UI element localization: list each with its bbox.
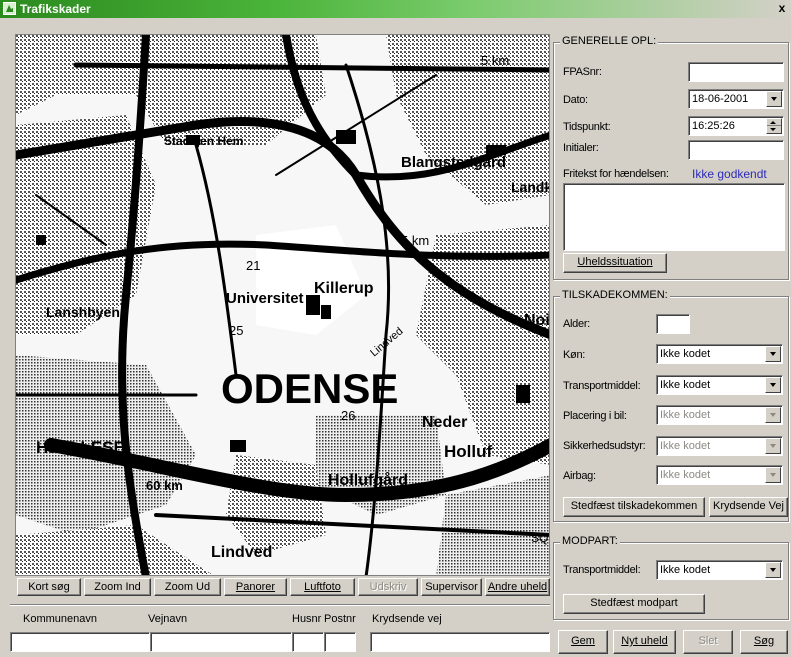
stedfaest-modpart-button[interactable]: Stedfæst modpart bbox=[563, 594, 705, 614]
husnr-label: Husnr bbox=[292, 613, 322, 625]
dato-label: Dato: bbox=[563, 94, 588, 106]
tidspunkt-input[interactable]: 16:25:26 bbox=[688, 116, 784, 136]
krydsende-vej-field[interactable] bbox=[370, 632, 550, 652]
window-title: Trafikskader bbox=[20, 2, 91, 16]
injured-group-title: TILSKADEKOMMEN: bbox=[560, 289, 670, 301]
map-label-noi: Noi bbox=[524, 312, 550, 329]
opponent-transport-label: Transportmiddel: bbox=[563, 564, 641, 576]
map-label-km60: 60 km bbox=[146, 478, 183, 493]
map-label-landk: Landk bbox=[511, 179, 550, 195]
zoom-ind-button[interactable]: Zoom Ind bbox=[84, 578, 151, 596]
sikkerhed-label: Sikkerhedsudstyr: bbox=[563, 440, 646, 452]
kommunenavn-label: Kommunenavn bbox=[23, 613, 97, 625]
gem-button[interactable]: Gem bbox=[558, 630, 608, 654]
map-label-holluf: Holluf bbox=[444, 442, 492, 461]
slet-button[interactable]: Slet bbox=[683, 630, 733, 654]
chevron-down-icon[interactable] bbox=[765, 562, 781, 578]
alder-label: Alder: bbox=[563, 318, 590, 330]
map-label-n25: 25 bbox=[229, 323, 243, 338]
map-label-lanshbyen: Lanshbyen bbox=[46, 304, 120, 320]
udskriv-button[interactable]: Udskriv bbox=[358, 578, 418, 596]
stedfaest-tilskadekommen-button[interactable]: Stedfæst tilskadekommen bbox=[563, 497, 705, 517]
map-label-km5b: 5 km bbox=[401, 233, 429, 248]
krydsende-vej-button[interactable]: Krydsende Vej bbox=[709, 497, 788, 517]
sog-button[interactable]: Søg bbox=[740, 630, 788, 654]
map-label-neder: Neder bbox=[422, 414, 467, 431]
husnr-field[interactable] bbox=[292, 632, 324, 652]
map-label-lindved: Lindved bbox=[211, 544, 272, 561]
divider bbox=[10, 604, 550, 606]
panorer-button[interactable]: Panorer bbox=[224, 578, 287, 596]
vejnavn-field[interactable] bbox=[150, 632, 292, 652]
map-label-hjallese: HJALLESE bbox=[36, 438, 125, 457]
map-label-n21: 21 bbox=[246, 258, 260, 273]
map-label-odense: ODENSE bbox=[221, 365, 398, 412]
map-toolbar: Kort søg Zoom Ind Zoom Ud Panorer Luftfo… bbox=[15, 578, 552, 596]
placering-label: Placering i bil: bbox=[563, 410, 627, 422]
map-label-sq: SQ bbox=[531, 531, 548, 545]
map-view[interactable]: ODENSE Universitet Killerup Blangstedgår… bbox=[15, 34, 550, 576]
krydsende-vej-label: Krydsende vej bbox=[372, 613, 442, 625]
vejnavn-label: Vejnavn bbox=[148, 613, 188, 625]
app-icon bbox=[3, 2, 16, 15]
map-label-scattered: Stadsjen Hem bbox=[164, 134, 243, 148]
map-label-hollufgaard: Hollufgård bbox=[328, 471, 408, 489]
chevron-down-icon[interactable] bbox=[766, 91, 782, 107]
kon-label: Køn: bbox=[563, 349, 586, 361]
kort-sog-button[interactable]: Kort søg bbox=[17, 578, 81, 596]
kommunenavn-field[interactable] bbox=[10, 632, 150, 652]
transport-select[interactable]: Ikke kodet bbox=[656, 375, 783, 395]
initialer-input[interactable] bbox=[688, 140, 784, 160]
postnr-label: Postnr bbox=[324, 613, 356, 625]
map-label-n26: 26 bbox=[341, 408, 355, 423]
placering-select[interactable]: Ikke kodet bbox=[656, 405, 783, 425]
zoom-ud-button[interactable]: Zoom Ud bbox=[154, 578, 221, 596]
chevron-down-icon[interactable] bbox=[765, 346, 781, 362]
andre-uheld-button[interactable]: Andre uheld bbox=[485, 578, 550, 596]
title-bar: Trafikskader x bbox=[0, 0, 791, 18]
airbag-select[interactable]: Ikke kodet bbox=[656, 465, 783, 485]
supervisor-button[interactable]: Supervisor bbox=[421, 578, 482, 596]
sikkerhed-select[interactable]: Ikke kodet bbox=[656, 436, 783, 456]
chevron-down-icon[interactable] bbox=[765, 438, 781, 454]
approval-status: Ikke godkendt bbox=[692, 167, 767, 181]
initialer-label: Initialer: bbox=[563, 142, 599, 154]
dato-picker[interactable]: 18-06-2001 bbox=[688, 89, 784, 109]
kon-select[interactable]: Ikke kodet bbox=[656, 344, 783, 364]
map-label-blangstedgaard: Blangstedgård bbox=[401, 154, 506, 171]
tidspunkt-label: Tidspunkt: bbox=[563, 121, 611, 133]
fpasnr-label: FPASnr: bbox=[563, 66, 602, 78]
transport-label: Transportmiddel: bbox=[563, 380, 641, 392]
uheldssituation-button[interactable]: Uheldssituation bbox=[563, 253, 667, 273]
opponent-transport-select[interactable]: Ikke kodet bbox=[656, 560, 783, 580]
airbag-label: Airbag: bbox=[563, 470, 596, 482]
fritekst-label: Fritekst for hændelsen: bbox=[563, 168, 669, 180]
fritekst-textarea[interactable] bbox=[563, 183, 785, 251]
map-label-km5a: 5 km bbox=[481, 53, 509, 68]
postnr-field[interactable] bbox=[324, 632, 356, 652]
close-button[interactable]: x bbox=[775, 1, 789, 16]
fpasnr-input[interactable] bbox=[688, 62, 784, 82]
general-group-title: GENERELLE OPL: bbox=[560, 35, 659, 47]
chevron-down-icon[interactable] bbox=[765, 407, 781, 423]
chevron-down-icon[interactable] bbox=[765, 467, 781, 483]
alder-input[interactable] bbox=[656, 314, 690, 334]
map-label-killerup: Killerup bbox=[314, 280, 374, 297]
opponent-group-title: MODPART: bbox=[560, 535, 620, 547]
luftfoto-button[interactable]: Luftfoto bbox=[290, 578, 355, 596]
nyt-uheld-button[interactable]: Nyt uheld bbox=[613, 630, 676, 654]
map-label-universitet: Universitet bbox=[226, 290, 304, 307]
spinner-icon[interactable] bbox=[766, 118, 782, 134]
chevron-down-icon[interactable] bbox=[765, 377, 781, 393]
